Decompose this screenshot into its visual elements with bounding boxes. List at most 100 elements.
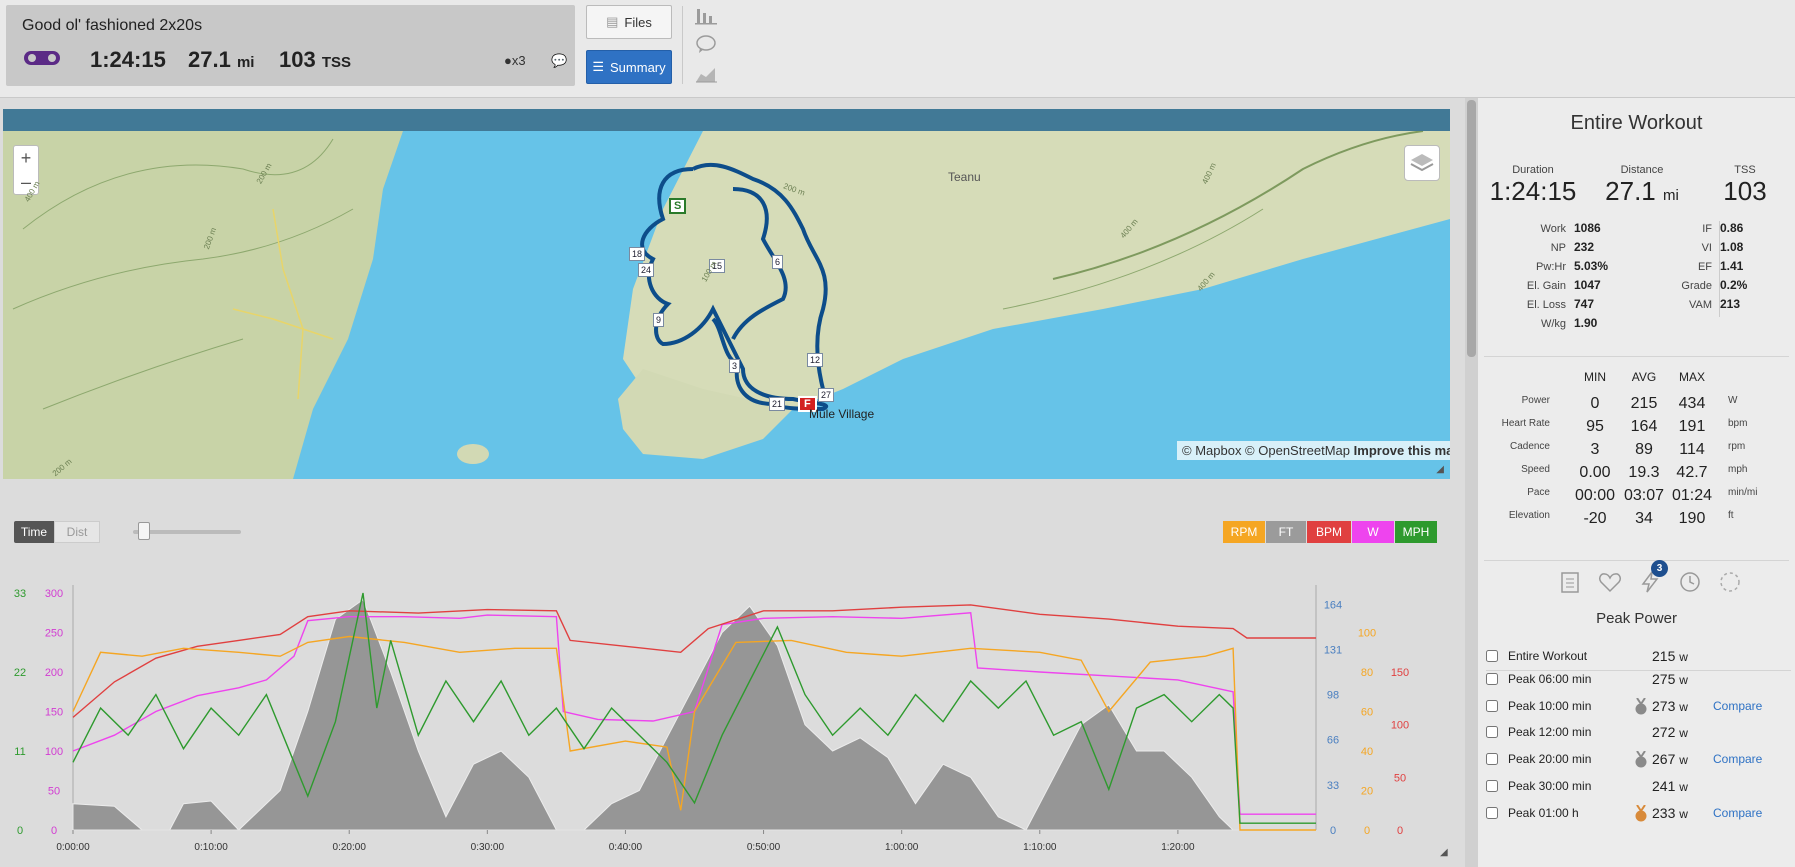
peak-row[interactable]: Peak 10:00 min 273 w Compare [1486,694,1795,718]
stat-value: 5.03% [1574,259,1609,273]
x-tick-label: 1:20:00 [1161,842,1195,853]
bronze-medal-icon [1635,805,1647,822]
power-tab[interactable]: 3 [1638,560,1668,594]
dist-toggle[interactable]: Dist [54,521,100,543]
peak-number: 215 [1652,648,1676,664]
table-cell: 215 [1630,395,1658,412]
stat-label: VAM [1688,299,1712,311]
area-chart-icon[interactable] [695,64,717,84]
summary-button[interactable]: ☰ Summary [586,50,672,84]
notes-icon[interactable] [1558,570,1582,594]
table-row-label: Power [1521,395,1550,406]
y-tick-label-bpm: 100 [1391,720,1409,732]
table-unit: bpm [1728,418,1748,429]
table-cell: 191 [1678,418,1706,435]
clock-icon[interactable] [1678,570,1702,594]
peak-checkbox[interactable] [1486,780,1498,792]
legend-w[interactable]: W [1352,521,1394,543]
y-tick-label-bpm: 0 [1397,825,1403,837]
medal-count[interactable]: ●x3 [504,53,526,68]
peak-power-title: Peak Power [1596,610,1677,627]
stat-value: 232 [1574,240,1595,254]
peak-checkbox[interactable] [1486,807,1498,819]
resize-handle-icon[interactable]: ◢ [1436,464,1444,475]
layers-button[interactable] [1404,145,1440,181]
y-tick-label-elev: 131 [1324,644,1342,656]
y-tick-label-watts: 0 [51,825,57,837]
circle-dashed-icon[interactable] [1718,570,1742,594]
header-duration: 1:24:15 [90,47,166,73]
table-cell: 34 [1635,510,1653,527]
stat-row: W/kg 1.90 [1498,316,1597,330]
stats-divider [1719,221,1720,317]
compare-link[interactable]: Compare [1713,752,1762,766]
legend-bpm[interactable]: BPM [1307,521,1351,543]
peak-unit: w [1679,807,1688,821]
legend-rpm[interactable]: RPM [1223,521,1265,543]
improve-map-link[interactable]: Improve this map [1354,443,1450,458]
start-marker[interactable]: S [669,198,687,214]
workout-title[interactable]: Good ol' fashioned 2x20s [22,17,202,35]
peak-checkbox[interactable] [1486,726,1498,738]
chart-resize-icon[interactable]: ◢ [1440,847,1448,858]
zoom-in-button[interactable]: + [14,146,38,170]
medal-count-label: x3 [511,53,526,68]
y-tick-label-watts: 300 [45,588,63,600]
mile-marker[interactable]: 12 [807,353,824,367]
table-row-label: Cadence [1509,441,1550,452]
peak-row[interactable]: Entire Workout 215 w [1486,644,1795,668]
bar-chart-icon[interactable] [695,6,717,26]
mile-marker[interactable]: 9 [653,313,665,327]
compare-link[interactable]: Compare [1713,699,1762,713]
peak-checkbox[interactable] [1486,650,1498,662]
silver-medal-icon [1635,698,1647,715]
attribution-text[interactable]: © Mapbox © OpenStreetMap [1182,443,1350,458]
table-cell: 0 [1590,395,1600,412]
peak-row[interactable]: Peak 01:00 h 233 w Compare [1486,801,1795,825]
y-tick-label-mph: 0 [17,825,23,837]
summary-label: TSS [1734,164,1756,176]
peak-checkbox[interactable] [1486,700,1498,712]
files-button[interactable]: ▤ Files [586,5,672,39]
peak-divider [1486,670,1791,671]
stat-label: Pw:Hr [1536,261,1566,273]
peak-value: 275 w [1652,671,1688,687]
peak-checkbox[interactable] [1486,673,1498,685]
table-unit: ft [1728,510,1734,521]
peak-row[interactable]: Peak 12:00 min 272 w [1486,720,1795,744]
workout-chart[interactable]: 0:00:00 0:10:00 0:20:00 0:30:00 0:40:00 0:50:… [0,555,1450,867]
table-unit: rpm [1728,441,1746,452]
workout-sidebar: Entire Workout Duration 1:24:15 Distance 2… [1478,98,1795,867]
y-tick-label-mph: 11 [14,746,25,758]
peak-label: Entire Workout [1508,649,1588,663]
time-toggle[interactable]: Time [14,521,54,543]
map-top-strip [3,109,1450,131]
table-unit: mph [1728,464,1748,475]
peak-checkbox[interactable] [1486,753,1498,765]
mile-marker[interactable]: 24 [638,263,655,277]
compare-link[interactable]: Compare [1713,806,1762,820]
mile-marker[interactable]: 3 [729,359,741,373]
x-tick-label: 0:10:00 [194,842,228,853]
map-terrain [3,130,1450,479]
main-scrollbar-thumb[interactable] [1467,100,1476,357]
legend-ft[interactable]: FT [1266,521,1306,543]
comment-small-icon[interactable]: 💬 [551,53,567,69]
zoom-slider-handle[interactable] [138,522,150,540]
summary-label: Duration [1512,164,1554,176]
heart-icon[interactable] [1598,570,1622,594]
mile-marker[interactable]: 27 [818,388,835,402]
peak-row[interactable]: Peak 20:00 min 267 w Compare [1486,747,1795,771]
bike-chain-icon [24,51,60,65]
comment-icon[interactable] [695,34,717,54]
y-tick-label-rpm: 0 [1364,825,1370,837]
stat-row: VI 1.08 [1658,240,1744,254]
mile-marker[interactable]: 18 [629,247,646,261]
mile-marker[interactable]: 21 [769,397,786,411]
mile-marker[interactable]: 6 [772,255,784,269]
peak-row[interactable]: Peak 30:00 min 241 w [1486,774,1795,798]
route-map[interactable]: + – Teanu S F 18 24 15 6 9 3 12 21 27 40… [3,109,1450,479]
peak-unit: w [1679,726,1688,740]
legend-mph[interactable]: MPH [1395,521,1437,543]
silver-medal-icon [1635,751,1647,768]
